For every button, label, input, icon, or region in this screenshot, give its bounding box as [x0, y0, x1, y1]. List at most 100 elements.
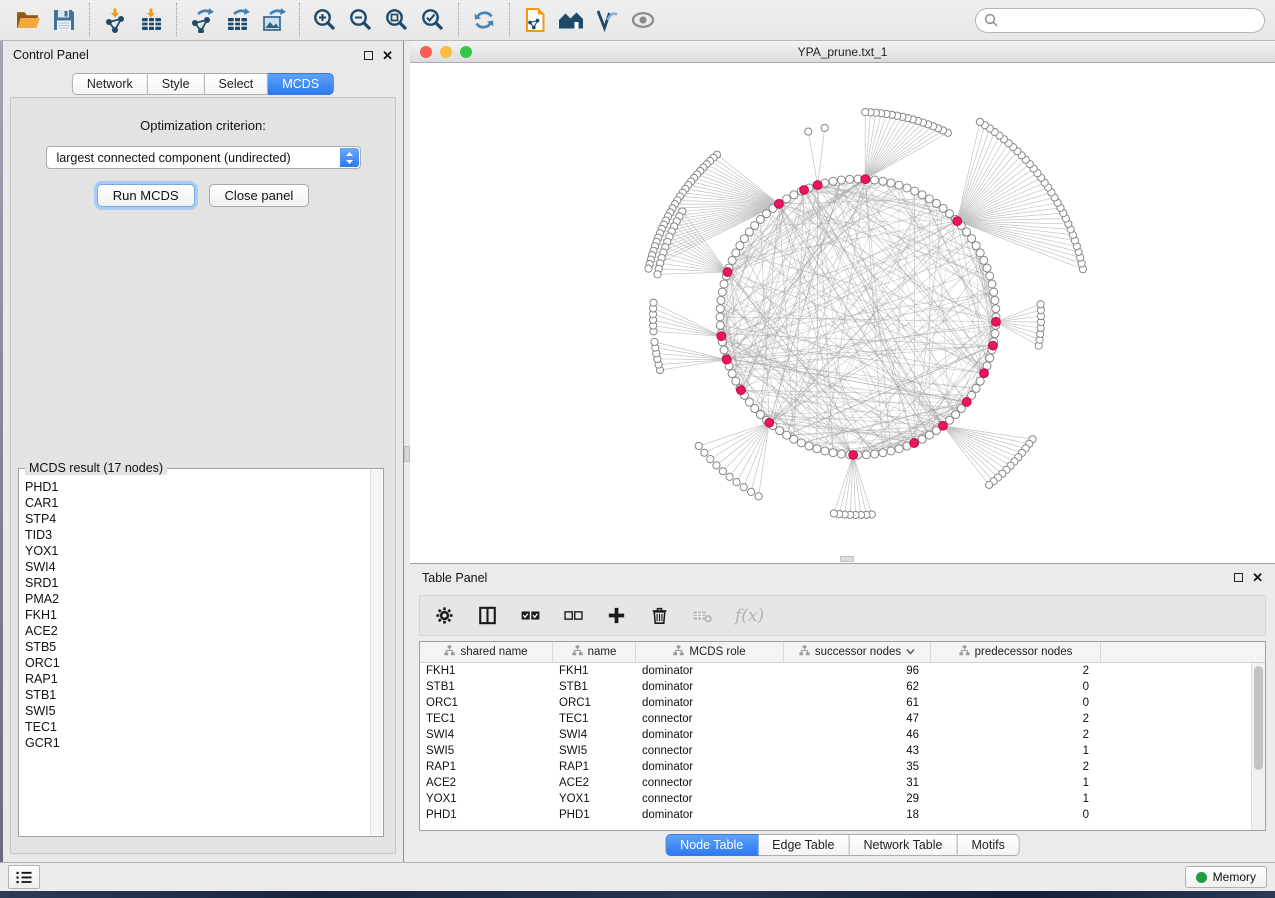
- search-input[interactable]: [975, 8, 1265, 33]
- graph-node[interactable]: [790, 435, 798, 443]
- table-cell[interactable]: 31: [784, 777, 931, 789]
- graph-leaf-node[interactable]: [755, 493, 762, 500]
- table-cell[interactable]: dominator: [636, 729, 784, 741]
- graph-leaf-node[interactable]: [713, 462, 720, 469]
- table-cell[interactable]: 61: [784, 697, 931, 709]
- graph-node[interactable]: [895, 181, 903, 189]
- mcds-graph-node[interactable]: [722, 355, 731, 364]
- table-cell[interactable]: FKH1: [553, 665, 636, 677]
- mcds-result-item[interactable]: SRD1: [21, 575, 369, 591]
- mcds-graph-node[interactable]: [962, 398, 971, 407]
- import-table-button[interactable]: [133, 3, 169, 37]
- graph-node[interactable]: [716, 305, 724, 313]
- table-cell[interactable]: ORC1: [420, 697, 553, 709]
- mcds-result-item[interactable]: STB1: [21, 687, 369, 703]
- graph-leaf-node[interactable]: [986, 481, 993, 488]
- table-cell[interactable]: STB1: [553, 681, 636, 693]
- graph-node[interactable]: [797, 439, 805, 447]
- table-cell[interactable]: 1: [931, 745, 1101, 757]
- table-scrollbar[interactable]: [1251, 663, 1265, 830]
- graph-leaf-node[interactable]: [1037, 301, 1044, 308]
- tab-style[interactable]: Style: [148, 73, 205, 95]
- graph-node[interactable]: [986, 272, 994, 280]
- table-cell[interactable]: dominator: [636, 809, 784, 821]
- mcds-result-item[interactable]: TEC1: [21, 719, 369, 735]
- graph-node[interactable]: [986, 354, 994, 362]
- graph-node[interactable]: [813, 445, 821, 453]
- graph-node[interactable]: [829, 177, 837, 185]
- graph-leaf-node[interactable]: [695, 442, 702, 449]
- zoom-out-button[interactable]: [343, 3, 379, 37]
- table-cell[interactable]: 0: [931, 809, 1101, 821]
- table-cell[interactable]: dominator: [636, 665, 784, 677]
- table-cell[interactable]: 35: [784, 761, 931, 773]
- graph-node[interactable]: [718, 288, 726, 296]
- task-history-button[interactable]: [8, 865, 40, 889]
- mcds-result-item[interactable]: PHD1: [21, 479, 369, 495]
- graph-node[interactable]: [976, 249, 984, 257]
- graph-node[interactable]: [720, 280, 728, 288]
- close-table-panel-icon[interactable]: ✕: [1252, 573, 1263, 582]
- run-mcds-button[interactable]: Run MCDS: [97, 184, 195, 207]
- graph-leaf-node[interactable]: [821, 124, 828, 131]
- graph-leaf-node[interactable]: [645, 265, 652, 272]
- mcds-graph-node[interactable]: [861, 175, 870, 184]
- graph-node[interactable]: [862, 451, 870, 459]
- table-cell[interactable]: TEC1: [420, 713, 553, 725]
- table-cell[interactable]: ACE2: [553, 777, 636, 789]
- graph-leaf-node[interactable]: [651, 338, 658, 345]
- eye-button[interactable]: [625, 3, 661, 37]
- graph-leaf-node[interactable]: [650, 299, 657, 306]
- export-network-button[interactable]: [184, 3, 220, 37]
- table-row[interactable]: RAP1RAP1dominator352: [420, 759, 1265, 775]
- table-cell[interactable]: dominator: [636, 697, 784, 709]
- mcds-graph-node[interactable]: [953, 217, 962, 226]
- table-cell[interactable]: 0: [931, 697, 1101, 709]
- close-window-icon[interactable]: [420, 46, 432, 58]
- mcds-graph-node[interactable]: [717, 332, 726, 341]
- graph-node[interactable]: [972, 242, 980, 250]
- graph-node[interactable]: [980, 256, 988, 264]
- graph-node[interactable]: [837, 450, 845, 458]
- table-cell[interactable]: connector: [636, 793, 784, 805]
- network-window-titlebar[interactable]: YPA_prune.txt_1: [410, 41, 1275, 63]
- minimize-window-icon[interactable]: [440, 46, 452, 58]
- table-row[interactable]: FKH1FKH1dominator962: [420, 663, 1265, 679]
- mcds-result-item[interactable]: FKH1: [21, 607, 369, 623]
- graph-node[interactable]: [990, 288, 998, 296]
- graph-leaf-node[interactable]: [654, 271, 661, 278]
- close-panel-icon[interactable]: ✕: [382, 51, 393, 60]
- table-cell[interactable]: 43: [784, 745, 931, 757]
- table-cell[interactable]: TEC1: [553, 713, 636, 725]
- graph-node[interactable]: [717, 296, 725, 304]
- mcds-graph-node[interactable]: [992, 317, 1001, 326]
- column-header-successor-nodes[interactable]: successor nodes: [784, 642, 931, 662]
- table-cell[interactable]: 2: [931, 729, 1101, 741]
- table-cell[interactable]: 1: [931, 793, 1101, 805]
- tab-mcds[interactable]: MCDS: [268, 73, 334, 95]
- optimization-criterion-select[interactable]: largest connected component (undirected): [46, 146, 361, 169]
- mcds-graph-node[interactable]: [813, 181, 822, 190]
- table-cell[interactable]: dominator: [636, 761, 784, 773]
- graph-node[interactable]: [716, 313, 724, 321]
- tab-network[interactable]: Network: [72, 73, 148, 95]
- table-cell[interactable]: connector: [636, 777, 784, 789]
- table-row[interactable]: ORC1ORC1dominator610: [420, 695, 1265, 711]
- graph-leaf-node[interactable]: [830, 510, 837, 517]
- table-row[interactable]: PHD1PHD1dominator180: [420, 807, 1265, 823]
- export-image-button[interactable]: [256, 3, 292, 37]
- graph-node[interactable]: [776, 427, 784, 435]
- apply-style-button[interactable]: [589, 3, 625, 37]
- save-button[interactable]: [46, 3, 82, 37]
- table-cell[interactable]: PHD1: [553, 809, 636, 821]
- network-file-button[interactable]: [517, 3, 553, 37]
- graph-node[interactable]: [740, 235, 748, 243]
- graph-leaf-node[interactable]: [740, 484, 747, 491]
- mcds-graph-node[interactable]: [765, 418, 774, 427]
- graph-node[interactable]: [829, 449, 837, 457]
- graph-node[interactable]: [879, 449, 887, 457]
- export-table-button[interactable]: [220, 3, 256, 37]
- table-cell[interactable]: RAP1: [420, 761, 553, 773]
- mcds-result-item[interactable]: STB5: [21, 639, 369, 655]
- float-panel-icon[interactable]: [364, 51, 373, 60]
